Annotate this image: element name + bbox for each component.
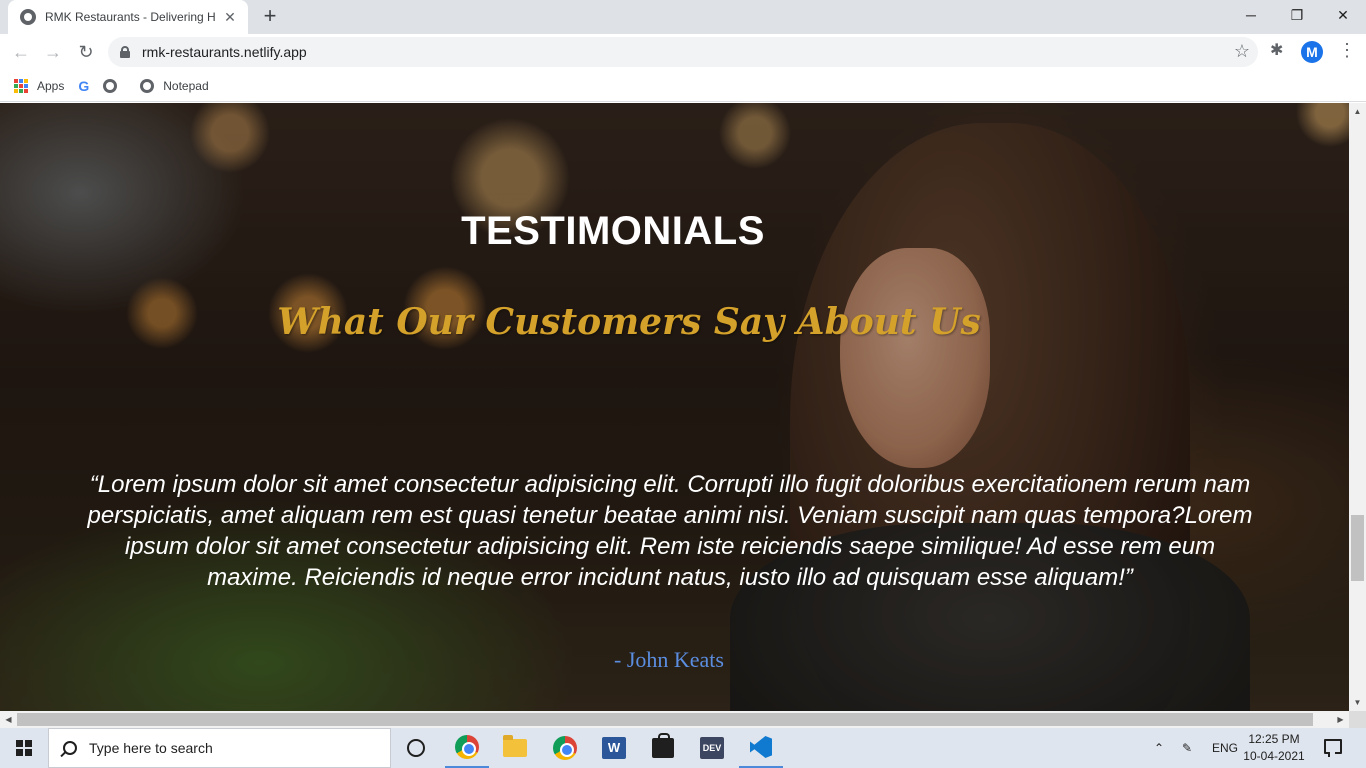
globe-icon bbox=[103, 78, 118, 93]
background-overlay bbox=[0, 103, 1349, 711]
taskbar-store[interactable] bbox=[641, 728, 685, 768]
windows-taskbar: Type here to search W DEV ⌃ ✎ ENG 12:25 … bbox=[0, 728, 1366, 768]
notifications-icon[interactable] bbox=[1324, 739, 1342, 757]
minimize-button[interactable]: ─ bbox=[1228, 0, 1274, 30]
taskbar-search-box[interactable]: Type here to search bbox=[48, 728, 391, 768]
search-icon bbox=[63, 741, 77, 755]
clock-date: 10-04-2021 bbox=[1243, 749, 1305, 763]
address-bar[interactable]: rmk-restaurants.netlify.app ☆ bbox=[108, 37, 1258, 67]
bookmark-label: Notepad bbox=[163, 78, 209, 93]
bookmark-apps[interactable]: Apps bbox=[14, 78, 65, 93]
apps-grid-icon bbox=[14, 78, 28, 93]
pen-icon[interactable]: ✎ bbox=[1182, 728, 1192, 768]
taskbar-clock[interactable]: 12:25 PM 10-04-2021 bbox=[1238, 731, 1310, 765]
bookmarks-bar: Apps G Notepad bbox=[0, 70, 1366, 102]
taskbar-file-explorer[interactable] bbox=[493, 728, 537, 768]
testimonials-section: TESTIMONIALS What Our Customers Say Abou… bbox=[0, 103, 1349, 711]
tab-title: RMK Restaurants - Delivering Happiness bbox=[45, 10, 216, 24]
task-view-circle-icon[interactable] bbox=[407, 739, 425, 757]
more-menu-icon[interactable]: ⋮ bbox=[1338, 40, 1356, 61]
vscode-icon bbox=[750, 736, 772, 758]
restore-button[interactable]: ❐ bbox=[1274, 0, 1320, 30]
chrome-icon bbox=[455, 735, 479, 759]
extensions-puzzle-icon[interactable]: ✱ bbox=[1270, 40, 1283, 60]
tray-chevron-up-icon[interactable]: ⌃ bbox=[1154, 728, 1164, 768]
horizontal-scrollbar[interactable]: ◀ ▶ bbox=[0, 711, 1349, 728]
new-tab-button[interactable]: + bbox=[258, 5, 282, 29]
dev-icon: DEV bbox=[700, 737, 724, 759]
horizontal-scroll-thumb[interactable] bbox=[17, 713, 1313, 726]
bookmark-notepad[interactable]: Notepad bbox=[140, 78, 209, 93]
scroll-left-icon[interactable]: ◀ bbox=[0, 711, 17, 728]
scroll-right-icon[interactable]: ▶ bbox=[1332, 711, 1349, 728]
close-window-button[interactable]: ✕ bbox=[1320, 0, 1366, 30]
clock-time: 12:25 PM bbox=[1248, 732, 1300, 746]
bookmark-star-icon[interactable]: ☆ bbox=[1234, 41, 1250, 62]
language-indicator[interactable]: ENG bbox=[1212, 728, 1238, 768]
reload-icon[interactable]: ↻ bbox=[74, 40, 98, 64]
section-title: TESTIMONIALS bbox=[461, 209, 765, 253]
folder-icon bbox=[503, 735, 527, 757]
bookmark-site[interactable] bbox=[103, 78, 126, 93]
taskbar-dev[interactable]: DEV bbox=[690, 728, 734, 768]
globe-icon bbox=[20, 9, 36, 25]
back-arrow-icon[interactable]: ← bbox=[9, 40, 33, 64]
start-button[interactable] bbox=[0, 728, 48, 768]
bookmark-label: Apps bbox=[37, 78, 65, 93]
section-subtitle: What Our Customers Say About Us bbox=[277, 301, 981, 343]
testimonial-quote: “Lorem ipsum dolor sit amet consectetur … bbox=[87, 471, 1253, 591]
browser-tab-strip: RMK Restaurants - Delivering Happiness ✕… bbox=[0, 0, 1366, 34]
lock-icon[interactable] bbox=[120, 46, 130, 58]
windows-logo-icon bbox=[16, 740, 32, 756]
taskbar-vscode[interactable] bbox=[739, 728, 783, 768]
testimonial-author: - John Keats bbox=[614, 647, 724, 672]
google-icon: G bbox=[78, 77, 90, 94]
vertical-scrollbar[interactable]: ▲ ▼ bbox=[1349, 103, 1366, 711]
browser-toolbar: ← → ↻ rmk-restaurants.netlify.app ☆ bbox=[0, 34, 1366, 70]
profile-avatar[interactable]: M bbox=[1301, 41, 1323, 63]
bookmark-google[interactable]: G bbox=[78, 78, 89, 94]
forward-arrow-icon[interactable]: → bbox=[41, 40, 65, 64]
chrome-icon bbox=[553, 736, 577, 760]
taskbar-word[interactable]: W bbox=[592, 728, 636, 768]
browser-tab[interactable]: RMK Restaurants - Delivering Happiness ✕ bbox=[8, 0, 248, 34]
taskbar-chrome[interactable] bbox=[543, 728, 587, 768]
scroll-up-icon[interactable]: ▲ bbox=[1349, 103, 1366, 120]
globe-icon bbox=[140, 78, 155, 93]
close-tab-icon[interactable]: ✕ bbox=[222, 9, 238, 26]
url-text[interactable]: rmk-restaurants.netlify.app bbox=[142, 44, 307, 60]
vertical-scroll-thumb[interactable] bbox=[1351, 515, 1364, 581]
search-placeholder: Type here to search bbox=[89, 740, 213, 756]
scrollbar-corner bbox=[1349, 711, 1366, 728]
word-icon: W bbox=[602, 737, 626, 759]
scroll-down-icon[interactable]: ▼ bbox=[1349, 694, 1366, 711]
taskbar-chrome-profile[interactable] bbox=[445, 728, 489, 768]
store-bag-icon bbox=[652, 733, 674, 758]
